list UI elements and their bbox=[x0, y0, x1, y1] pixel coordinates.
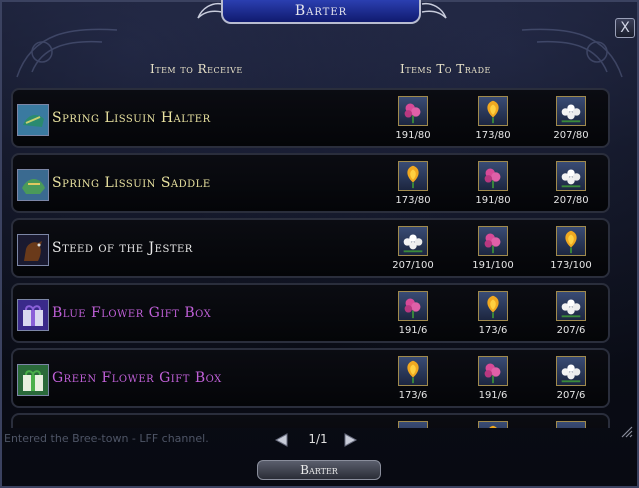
trade-item: 173/80 bbox=[464, 96, 522, 148]
trade-count: 207/100 bbox=[392, 260, 434, 271]
row-item-name: Blue Flower Gift Box bbox=[52, 305, 212, 321]
trade-item: 207/6 bbox=[542, 291, 600, 343]
trade-count: 173/80 bbox=[475, 130, 511, 141]
white-flower-icon[interactable] bbox=[398, 226, 428, 256]
trade-item: 173/100 bbox=[542, 226, 600, 278]
trade-count: 191/6 bbox=[478, 390, 508, 401]
row-item-name: Steed of the Jester bbox=[52, 240, 193, 256]
trade-count: 207/80 bbox=[553, 195, 589, 206]
resize-grip-icon[interactable] bbox=[619, 424, 633, 438]
trade-item: 191/80 bbox=[384, 96, 442, 148]
yellow-flower-icon[interactable] bbox=[478, 96, 508, 126]
white-flower-icon[interactable] bbox=[556, 421, 586, 428]
trade-item: 207/6 bbox=[542, 356, 600, 408]
trade-item: 191/100 bbox=[464, 226, 522, 278]
barter-row[interactable]: Spring Lissuin Saddle 173/80 191/80 207/80 bbox=[11, 153, 610, 213]
blue-gift-box-icon[interactable] bbox=[17, 299, 49, 331]
barter-row[interactable]: Green Flower Gift Box 173/6 191/6 207/6 bbox=[11, 348, 610, 408]
trade-count: 207/6 bbox=[556, 390, 586, 401]
yellow-flower-icon[interactable] bbox=[398, 161, 428, 191]
frame-ornament-left bbox=[16, 28, 118, 78]
white-flower-icon[interactable] bbox=[556, 356, 586, 386]
chat-line: Entered the Bree-town - LFF channel. bbox=[4, 432, 209, 445]
column-header-receive: Item to Receive bbox=[150, 62, 243, 76]
trade-item: 191/6 bbox=[464, 356, 522, 408]
window-title-bar[interactable]: Barter bbox=[221, 0, 421, 24]
title-ornament-left bbox=[197, 2, 223, 19]
trade-count: 173/80 bbox=[395, 195, 431, 206]
trade-item: 207/80 bbox=[542, 96, 600, 148]
trade-count: 207/80 bbox=[553, 130, 589, 141]
trade-count: 191/80 bbox=[475, 195, 511, 206]
barter-list: Spring Lissuin Halter 191/80 173/80 207/80 S… bbox=[11, 88, 611, 428]
trade-item bbox=[542, 421, 600, 428]
pink-flower-icon[interactable] bbox=[478, 356, 508, 386]
yellow-flower-icon[interactable] bbox=[478, 421, 508, 428]
barter-row[interactable]: Spring Lissuin Halter 191/80 173/80 207/80 bbox=[11, 88, 610, 148]
trade-item: 173/6 bbox=[464, 291, 522, 343]
trade-count: 173/6 bbox=[398, 390, 428, 401]
close-button[interactable]: X bbox=[615, 18, 635, 38]
trade-item: 207/80 bbox=[542, 161, 600, 213]
trade-item bbox=[464, 421, 522, 428]
frame-ornament-right bbox=[521, 28, 623, 78]
previous-page-icon[interactable] bbox=[273, 432, 291, 448]
close-icon: X bbox=[620, 20, 630, 36]
barter-row[interactable]: Blue Flower Gift Box 191/6 173/6 207/6 bbox=[11, 283, 610, 343]
trade-count: 191/100 bbox=[472, 260, 514, 271]
next-page-icon[interactable] bbox=[341, 432, 359, 448]
trade-count: 191/80 bbox=[395, 130, 431, 141]
barter-button[interactable]: Barter bbox=[257, 460, 381, 480]
window-title: Barter bbox=[294, 3, 348, 19]
trade-item: 207/100 bbox=[384, 226, 442, 278]
yellow-flower-icon[interactable] bbox=[556, 226, 586, 256]
white-flower-icon[interactable] bbox=[556, 291, 586, 321]
trade-count: 191/6 bbox=[398, 325, 428, 336]
trade-count: 207/6 bbox=[556, 325, 586, 336]
pink-flower-icon[interactable] bbox=[398, 421, 428, 428]
yellow-flower-icon[interactable] bbox=[398, 356, 428, 386]
trade-item: 173/80 bbox=[384, 161, 442, 213]
white-flower-icon[interactable] bbox=[556, 161, 586, 191]
row-item-name: Spring Lissuin Halter bbox=[52, 110, 211, 126]
trade-item: 191/6 bbox=[384, 291, 442, 343]
saddle-icon[interactable] bbox=[17, 169, 49, 201]
pink-flower-icon[interactable] bbox=[478, 161, 508, 191]
barter-row[interactable] bbox=[11, 413, 610, 428]
trade-item: 173/6 bbox=[384, 356, 442, 408]
pink-flower-icon[interactable] bbox=[398, 291, 428, 321]
pink-flower-icon[interactable] bbox=[398, 96, 428, 126]
pink-flower-icon[interactable] bbox=[478, 226, 508, 256]
barter-row[interactable]: Steed of the Jester 207/100 191/100 173/100 bbox=[11, 218, 610, 278]
steed-icon[interactable] bbox=[17, 234, 49, 266]
green-gift-box-icon[interactable] bbox=[17, 364, 49, 396]
yellow-flower-icon[interactable] bbox=[478, 291, 508, 321]
trade-count: 173/6 bbox=[478, 325, 508, 336]
page-indicator: 1/1 bbox=[308, 432, 328, 446]
column-header-trade: Items To Trade bbox=[400, 62, 491, 76]
halter-icon[interactable] bbox=[17, 104, 49, 136]
trade-count: 173/100 bbox=[550, 260, 592, 271]
row-item-name: Spring Lissuin Saddle bbox=[52, 175, 211, 191]
title-ornament-right bbox=[421, 2, 447, 19]
trade-item: 191/80 bbox=[464, 161, 522, 213]
white-flower-icon[interactable] bbox=[556, 96, 586, 126]
trade-item bbox=[384, 421, 442, 428]
row-item-name: Green Flower Gift Box bbox=[52, 370, 222, 386]
